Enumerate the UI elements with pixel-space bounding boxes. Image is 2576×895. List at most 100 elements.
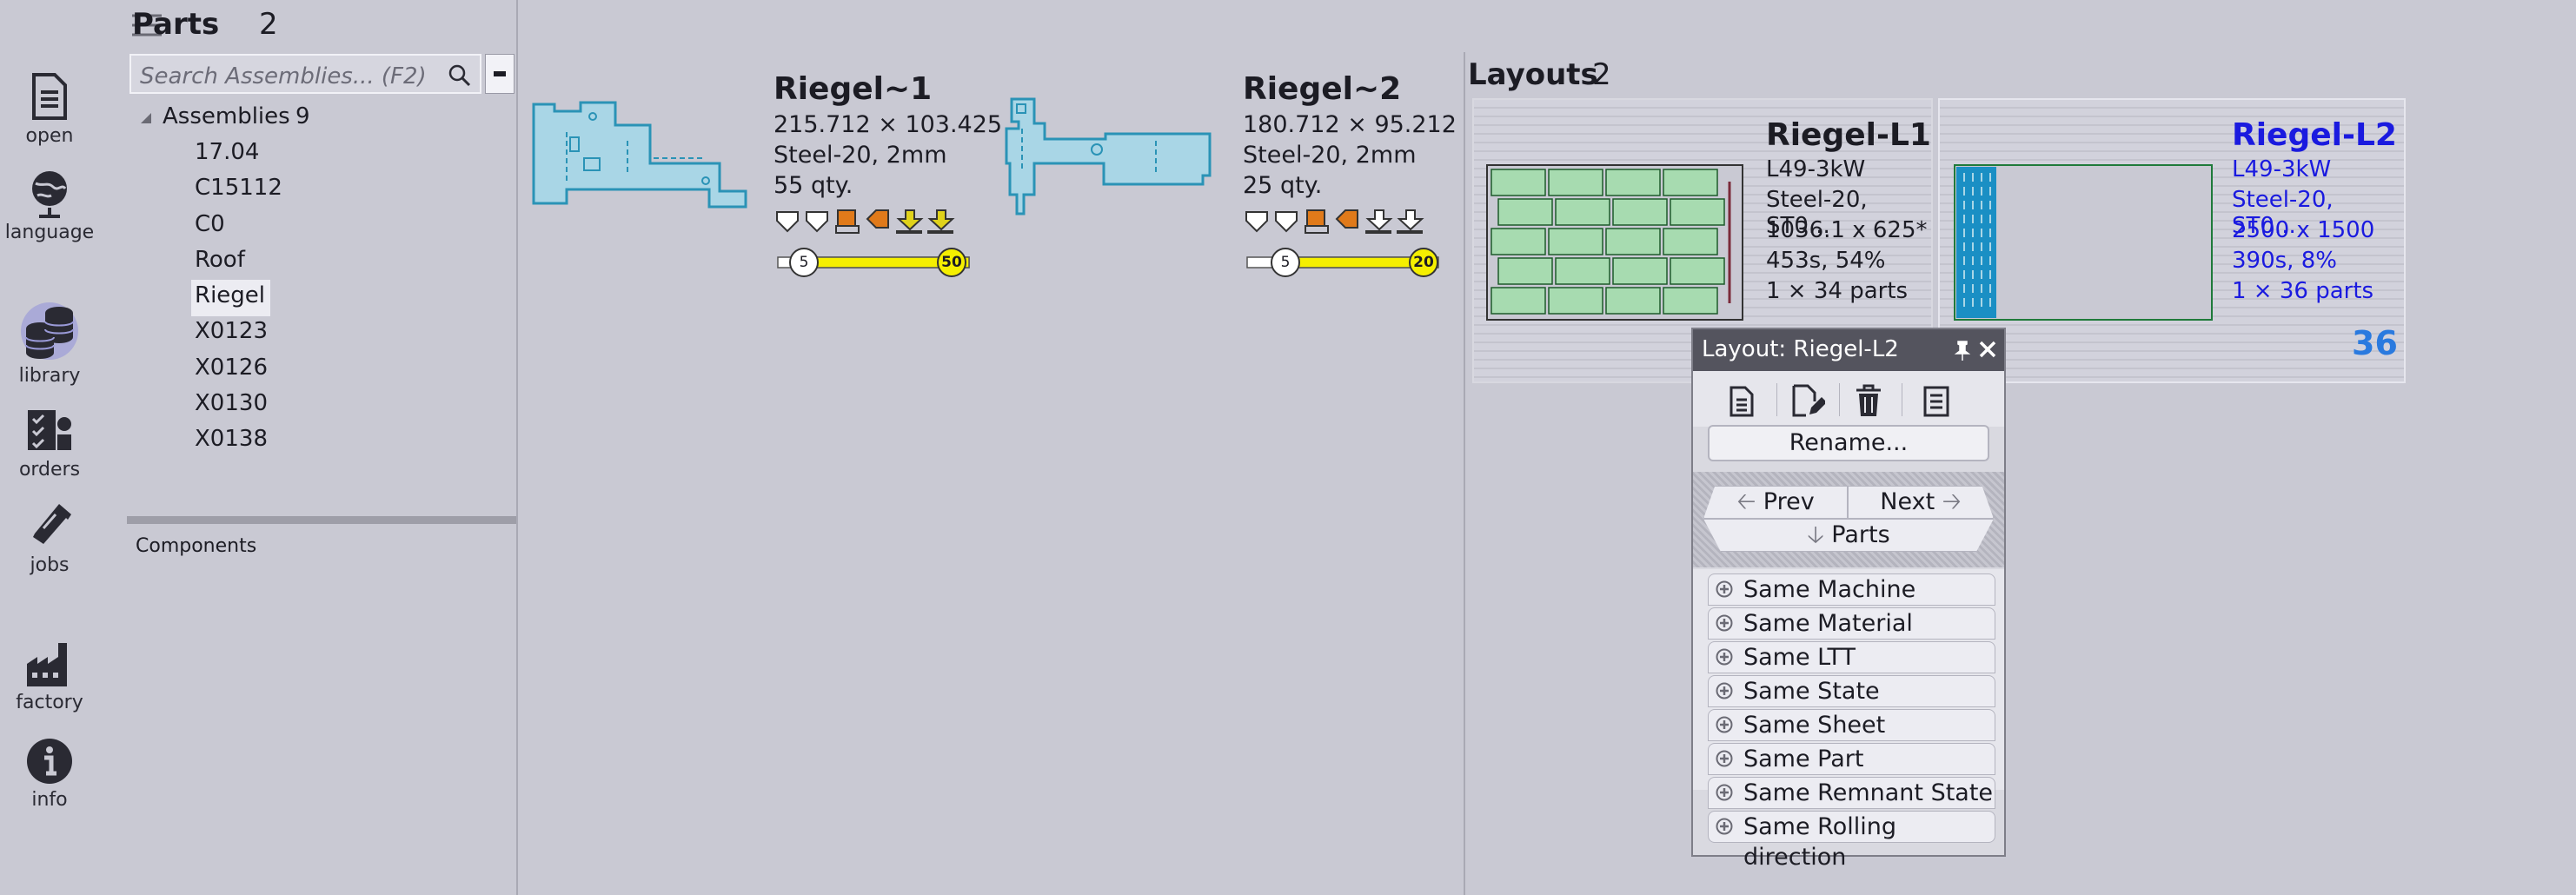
layout-popup: Layout: Riegel-L2 Rename... 🡠 Prev Next …	[1691, 328, 2006, 871]
tree-item-assembly[interactable]: X0126	[195, 355, 268, 381]
plus-circle-icon	[1716, 784, 1733, 801]
tree-item-assembly[interactable]: X0138	[195, 426, 268, 452]
popup-title-name: Riegel-L2	[1793, 336, 1899, 362]
delete-icon[interactable]	[1855, 383, 1882, 418]
nav-orders[interactable]: orders	[0, 407, 99, 481]
part-quantity: 25 qty.	[1243, 172, 1323, 199]
layout-name: Riegel-L2	[2232, 117, 2397, 153]
same-item-label: Same Rolling direction	[1743, 813, 1897, 871]
next-label: Next	[1880, 488, 1935, 515]
tree-item-assembly[interactable]: C15112	[195, 175, 282, 201]
popup-toolbar	[1693, 371, 2004, 427]
plus-circle-icon	[1716, 580, 1733, 598]
nav-info[interactable]: info	[0, 737, 99, 811]
globe-icon	[32, 171, 67, 218]
same-machine-button[interactable]: Same Machine	[1708, 573, 1995, 606]
search-placeholder: Search Assemblies... (F2)	[140, 63, 427, 90]
same-item-label: Same Part	[1743, 746, 1864, 772]
search-icon[interactable]	[448, 64, 471, 87]
popup-header[interactable]: Layout: Riegel-L2	[1693, 329, 2004, 371]
same-item-label: Same Remnant State	[1743, 779, 1994, 806]
part-status-icons	[775, 209, 968, 235]
flag-icon	[1245, 211, 1268, 233]
arrow-down-icon: 🡣	[1807, 521, 1824, 548]
flag-icon	[1275, 211, 1298, 233]
part-name[interactable]: Riegel~2	[1243, 71, 1401, 107]
document-icon	[32, 73, 67, 120]
same-rolling-direction-button[interactable]: Same Rolling direction	[1708, 811, 1995, 871]
search-assemblies-input[interactable]: Search Assemblies... (F2)	[129, 54, 481, 94]
arrow-left-icon: 🡠	[1736, 488, 1756, 515]
tree-item-assembly[interactable]: 17.04	[195, 139, 259, 165]
quantity-slider[interactable]: 5 50	[776, 247, 972, 278]
layout-card-selected[interactable]: Riegel-L2 L49-3kW Steel-20, ST0... 2500 …	[1938, 98, 2406, 383]
same-sheet-button[interactable]: Same Sheet	[1708, 709, 1995, 741]
layout-time-usage: 390s, 8%	[2232, 248, 2337, 274]
rename-button[interactable]: Rename...	[1708, 425, 1989, 461]
same-item-label: Same Sheet	[1743, 712, 1886, 739]
tree-root-label[interactable]: Assemblies	[163, 103, 290, 129]
tree-item-assembly-selected[interactable]: Riegel	[195, 282, 265, 308]
part-thumbnail[interactable]	[532, 97, 754, 209]
same-item-label: Same LTT	[1743, 644, 1856, 671]
same-part-button[interactable]: Same Part	[1708, 743, 1995, 775]
same-remnant-state-button[interactable]: Same Remnant State	[1708, 777, 1995, 809]
parts-label: Parts	[1831, 521, 1890, 548]
layout-sheet-size: 1036.1 x 625*	[1766, 217, 1928, 243]
same-state-button[interactable]: Same State	[1708, 675, 1995, 707]
part-thumbnail[interactable]	[999, 94, 1225, 215]
nav-label: library	[18, 365, 81, 387]
nav-library[interactable]: library	[0, 302, 99, 387]
layouts-count: 2	[1592, 57, 1611, 92]
prev-label: Prev	[1763, 488, 1815, 515]
yellow-flag-icon	[896, 209, 924, 234]
next-button[interactable]: Next 🡢	[1848, 486, 1994, 519]
nesting-preview	[1486, 164, 1743, 321]
same-item-label: Same Machine	[1743, 576, 1916, 603]
slider-min-label: 5	[799, 254, 809, 271]
part-name[interactable]: Riegel~1	[773, 71, 932, 107]
report-icon[interactable]	[1922, 385, 1950, 418]
nav-jobs[interactable]: jobs	[0, 499, 99, 576]
parts-button[interactable]: 🡣 Parts	[1703, 519, 1994, 552]
collapse-button[interactable]	[485, 54, 515, 94]
layouts-title: Layouts	[1468, 57, 1598, 92]
tree-item-assembly[interactable]: C0	[195, 211, 225, 237]
edit-document-icon[interactable]	[1790, 383, 1825, 418]
close-icon[interactable]	[1978, 340, 1997, 359]
tree-item-assembly[interactable]: X0123	[195, 318, 268, 344]
nav-label: jobs	[30, 554, 70, 576]
slider-max-label: 50	[941, 254, 962, 271]
ticket-icon	[33, 504, 71, 544]
layout-sheet-size: 2500 x 1500	[2232, 217, 2375, 243]
prev-button[interactable]: 🡠 Prev	[1703, 486, 1848, 519]
slider-max-label: 20	[1413, 254, 1434, 271]
document-icon[interactable]	[1728, 385, 1756, 418]
same-material-button[interactable]: Same Material	[1708, 607, 1995, 640]
same-item-label: Same Material	[1743, 610, 1913, 637]
flag-icon	[806, 211, 828, 233]
nesting-preview	[1954, 164, 2213, 321]
orders-icon	[28, 410, 71, 450]
tree-item-assembly[interactable]: Roof	[195, 247, 245, 273]
layout-time-usage: 453s, 54%	[1766, 248, 1886, 274]
tree-item-assembly[interactable]: X0130	[195, 390, 268, 416]
components-label: Components	[136, 535, 257, 557]
panel-splitter[interactable]	[127, 516, 516, 524]
nav-language[interactable]: language	[0, 168, 99, 243]
nav-open[interactable]: open	[0, 71, 99, 147]
nav-factory[interactable]: factory	[0, 640, 99, 713]
nav-label: info	[31, 789, 68, 811]
same-ltt-button[interactable]: Same LTT	[1708, 641, 1995, 673]
flag-outline-icon	[1397, 209, 1424, 234]
quantity-slider[interactable]: 5 20	[1245, 247, 1441, 278]
layout-machine: L49-3kW	[2232, 156, 2332, 182]
divider	[1464, 52, 1465, 895]
arrow-right-icon: 🡢	[1942, 488, 1962, 515]
expand-triangle-icon[interactable]	[139, 111, 153, 125]
info-icon	[27, 739, 72, 784]
factory-icon	[27, 643, 67, 686]
pin-icon[interactable]	[1954, 340, 1971, 361]
nav-label: orders	[18, 459, 81, 481]
plus-circle-icon	[1716, 682, 1733, 699]
